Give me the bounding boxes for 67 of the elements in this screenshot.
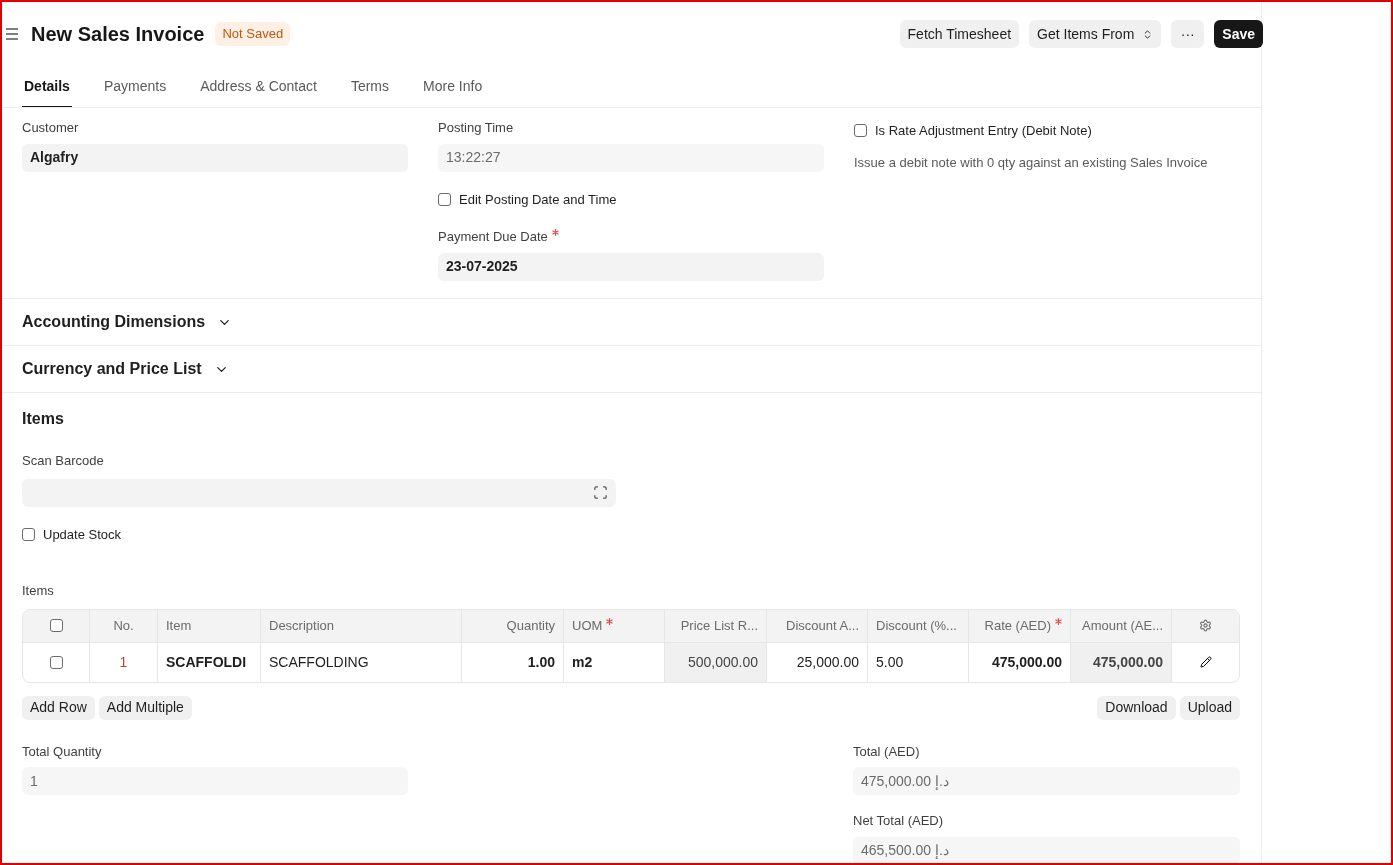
section-toggle[interactable]: Accounting Dimensions (22, 310, 233, 334)
page-title: New Sales Invoice (31, 22, 205, 47)
table-cell: SCAFFOLDING (261, 642, 462, 682)
table-cell: 1.00 (462, 642, 564, 682)
date-field[interactable]: 23-07-2025 (438, 252, 824, 281)
checkbox[interactable] (438, 192, 451, 206)
section-title: Items (22, 409, 65, 429)
field-label: Total Quantity (22, 742, 102, 761)
table-cell: 5.00 (868, 642, 969, 682)
more-button[interactable]: ··· (1171, 20, 1205, 48)
table-cell: 1 (90, 642, 158, 682)
field-description: Issue a debit note with 0 qty against an existing Sales Invoice (854, 153, 1208, 172)
table-button[interactable]: Add Multiple (98, 695, 192, 720)
column-header: No. (113, 616, 134, 635)
table-cell: 475,000.00 (1071, 642, 1172, 682)
tab[interactable]: Details (22, 66, 72, 107)
customer-field[interactable]: Algafry (22, 143, 408, 172)
checkbox[interactable] (49, 619, 63, 632)
table-label: Items (22, 582, 55, 600)
field-label: Total (AED) (853, 742, 920, 761)
checkbox[interactable] (22, 527, 35, 541)
edit-icon[interactable] (1199, 656, 1212, 668)
field-label: Payment Due Date (438, 227, 559, 247)
barcode-field[interactable] (22, 478, 616, 507)
field-label: Posting Time (438, 119, 514, 137)
table-button[interactable]: Upload (1179, 695, 1240, 720)
field-label: Scan Barcode (22, 452, 105, 470)
column-header: Price List R... (680, 616, 758, 635)
required-icon (606, 617, 614, 625)
menu-icon[interactable] (5, 27, 19, 41)
tab[interactable]: Terms (348, 66, 392, 107)
dropdown-button[interactable]: Get Items From (1029, 20, 1162, 48)
status-badge: Not Saved (215, 22, 291, 46)
quantity-field[interactable]: 1 (22, 767, 408, 795)
column-header: UOM (572, 615, 614, 636)
total-field[interactable]: 465,500.00 د.إ (853, 836, 1240, 863)
section-toggle[interactable]: Currency and Price List (22, 357, 229, 381)
tab[interactable]: More Info (421, 66, 485, 107)
action-button[interactable]: Fetch Timesheet (899, 20, 1020, 48)
column-header: Description (269, 616, 335, 635)
table-button[interactable]: Add Row (22, 695, 95, 720)
column-header: Rate (AED) (984, 615, 1062, 636)
checkbox[interactable] (49, 655, 63, 669)
posting-time-field[interactable]: 13:22:27 (438, 143, 824, 172)
column-header: Item (166, 616, 192, 635)
scan-icon (593, 485, 608, 500)
table-cell: 25,000.00 (767, 642, 868, 682)
field-label: Customer (22, 119, 79, 137)
settings-icon[interactable] (1199, 619, 1212, 632)
checkbox-label: Edit Posting Date and Time (459, 190, 617, 209)
tab[interactable]: Payments (101, 66, 169, 107)
column-header: Amount (AE... (1082, 616, 1163, 635)
table-button[interactable]: Download (1097, 695, 1176, 720)
column-header: Discount (%... (876, 616, 957, 635)
checkbox-label: Update Stock (43, 525, 122, 544)
column-header: Discount A... (786, 616, 859, 635)
checkbox-label: Is Rate Adjustment Entry (Debit Note) (875, 122, 1092, 140)
column-header: Quantity (506, 616, 555, 635)
field-label: Net Total (AED) (853, 812, 944, 830)
table-cell: SCAFFOLDI (158, 642, 261, 682)
save-button[interactable]: Save (1214, 20, 1263, 48)
tab[interactable]: Address & Contact (198, 66, 319, 107)
table-cell: 500,000.00 (665, 642, 767, 682)
checkbox[interactable] (854, 124, 867, 138)
required-icon (551, 229, 559, 236)
required-icon (1055, 617, 1062, 625)
total-field[interactable]: 475,000.00 د.إ (853, 767, 1240, 795)
